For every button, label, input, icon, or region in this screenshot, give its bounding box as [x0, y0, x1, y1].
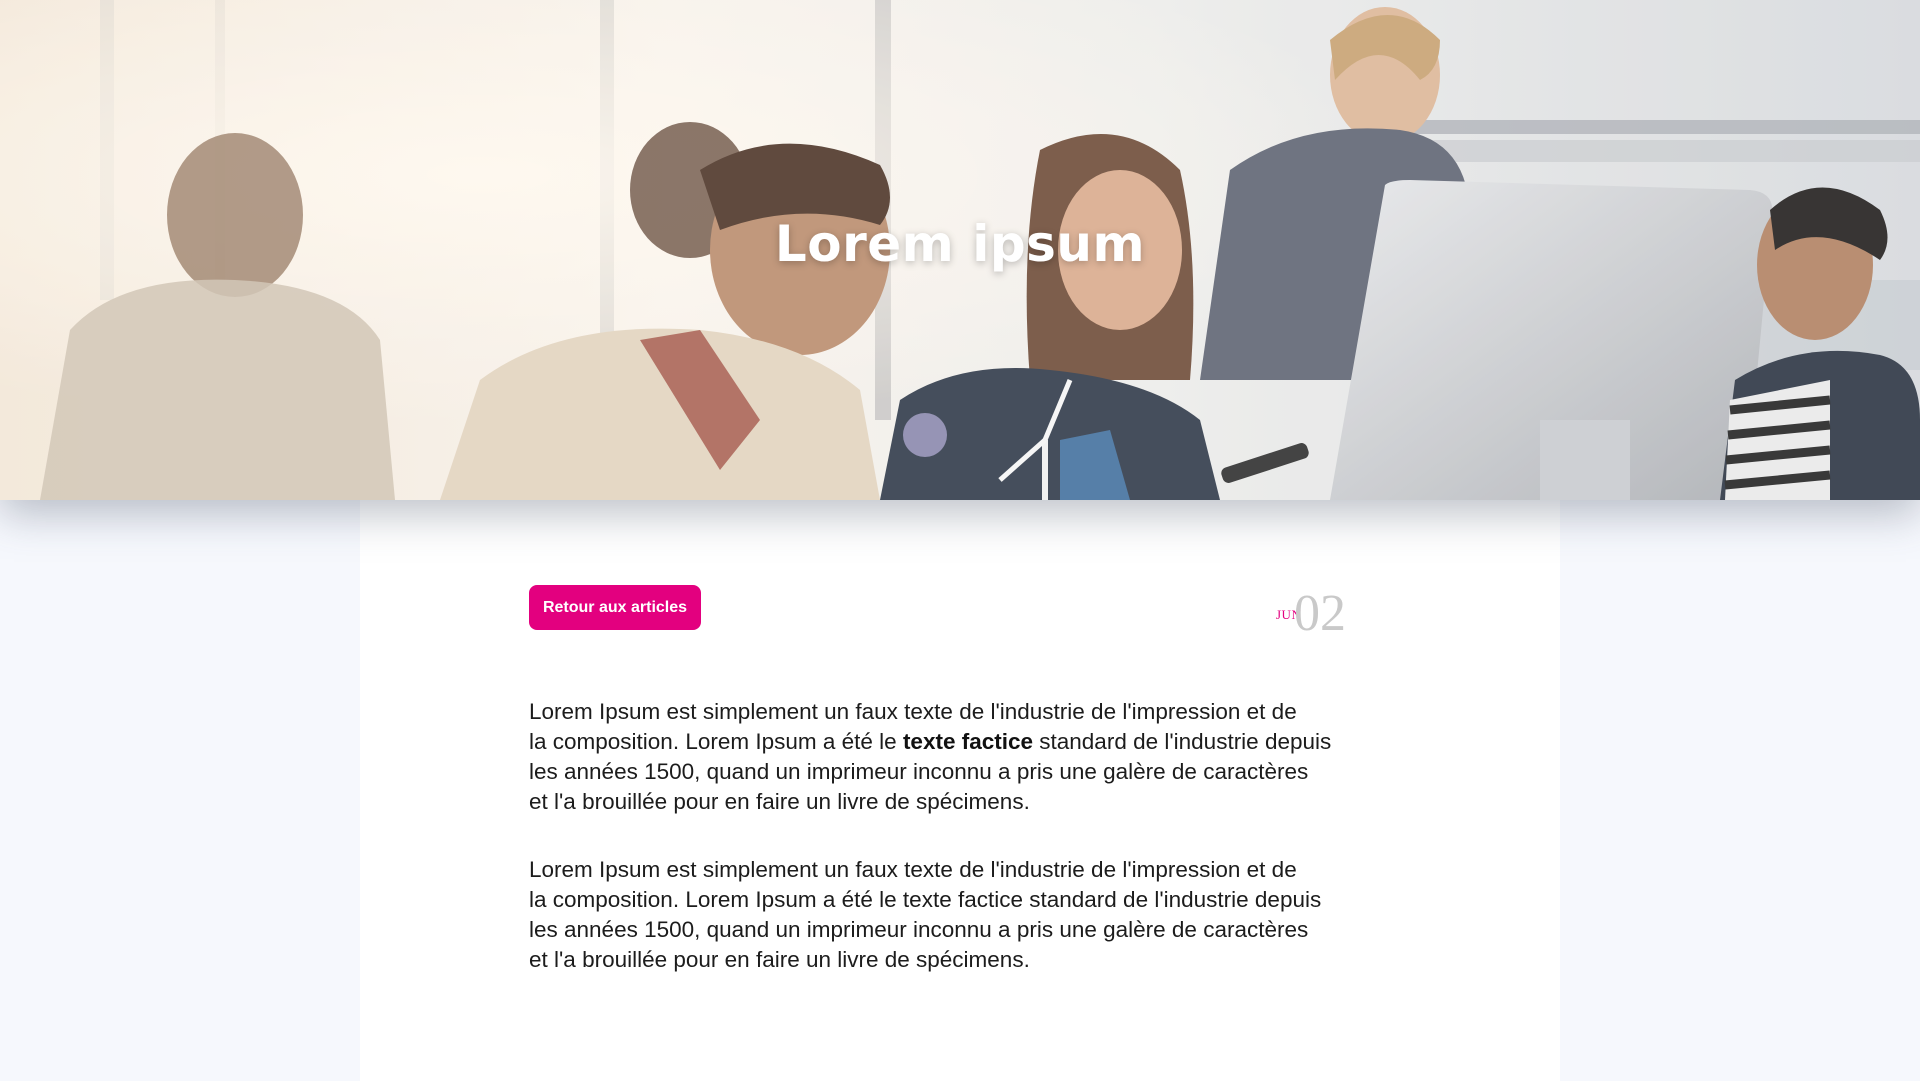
paragraph-line: les années 1500, quand un imprimeur inco… — [529, 917, 1309, 942]
article-page: Lorem ipsum Retour aux articles JUN 02 L… — [0, 0, 1920, 1081]
article-paragraph-2: Lorem Ipsum est simplement un faux texte… — [529, 855, 1369, 975]
back-to-articles-button[interactable]: Retour aux articles — [529, 585, 701, 630]
article-body: Lorem Ipsum est simplement un faux texte… — [529, 697, 1369, 1013]
paragraph-line: et l'a brouillée pour en faire un livre … — [529, 947, 1030, 972]
paragraph-line: les années 1500, quand un imprimeur inco… — [529, 759, 1309, 784]
paragraph-line: Lorem Ipsum est simplement un faux texte… — [529, 857, 1297, 882]
paragraph-line: et l'a brouillée pour en faire un livre … — [529, 789, 1030, 814]
paragraph-line: Lorem Ipsum est simplement un faux texte… — [529, 699, 1297, 724]
paragraph-line: la composition. Lorem Ipsum a été le tex… — [529, 887, 1322, 912]
page-title: Lorem ipsum — [774, 215, 1146, 273]
hero-banner: Lorem ipsum — [0, 0, 1920, 500]
article-paragraph-1: Lorem Ipsum est simplement un faux texte… — [529, 697, 1369, 817]
date-day: 02 — [1294, 585, 1346, 642]
paragraph-line: la composition. Lorem Ipsum a été le tex… — [529, 727, 1369, 757]
bold-text: texte factice — [902, 729, 1034, 754]
text-segment: la composition. Lorem Ipsum a été le — [529, 729, 903, 754]
publish-date: JUN 02 — [1276, 585, 1346, 642]
text-segment: standard de l'industrie depuis — [1033, 729, 1332, 754]
